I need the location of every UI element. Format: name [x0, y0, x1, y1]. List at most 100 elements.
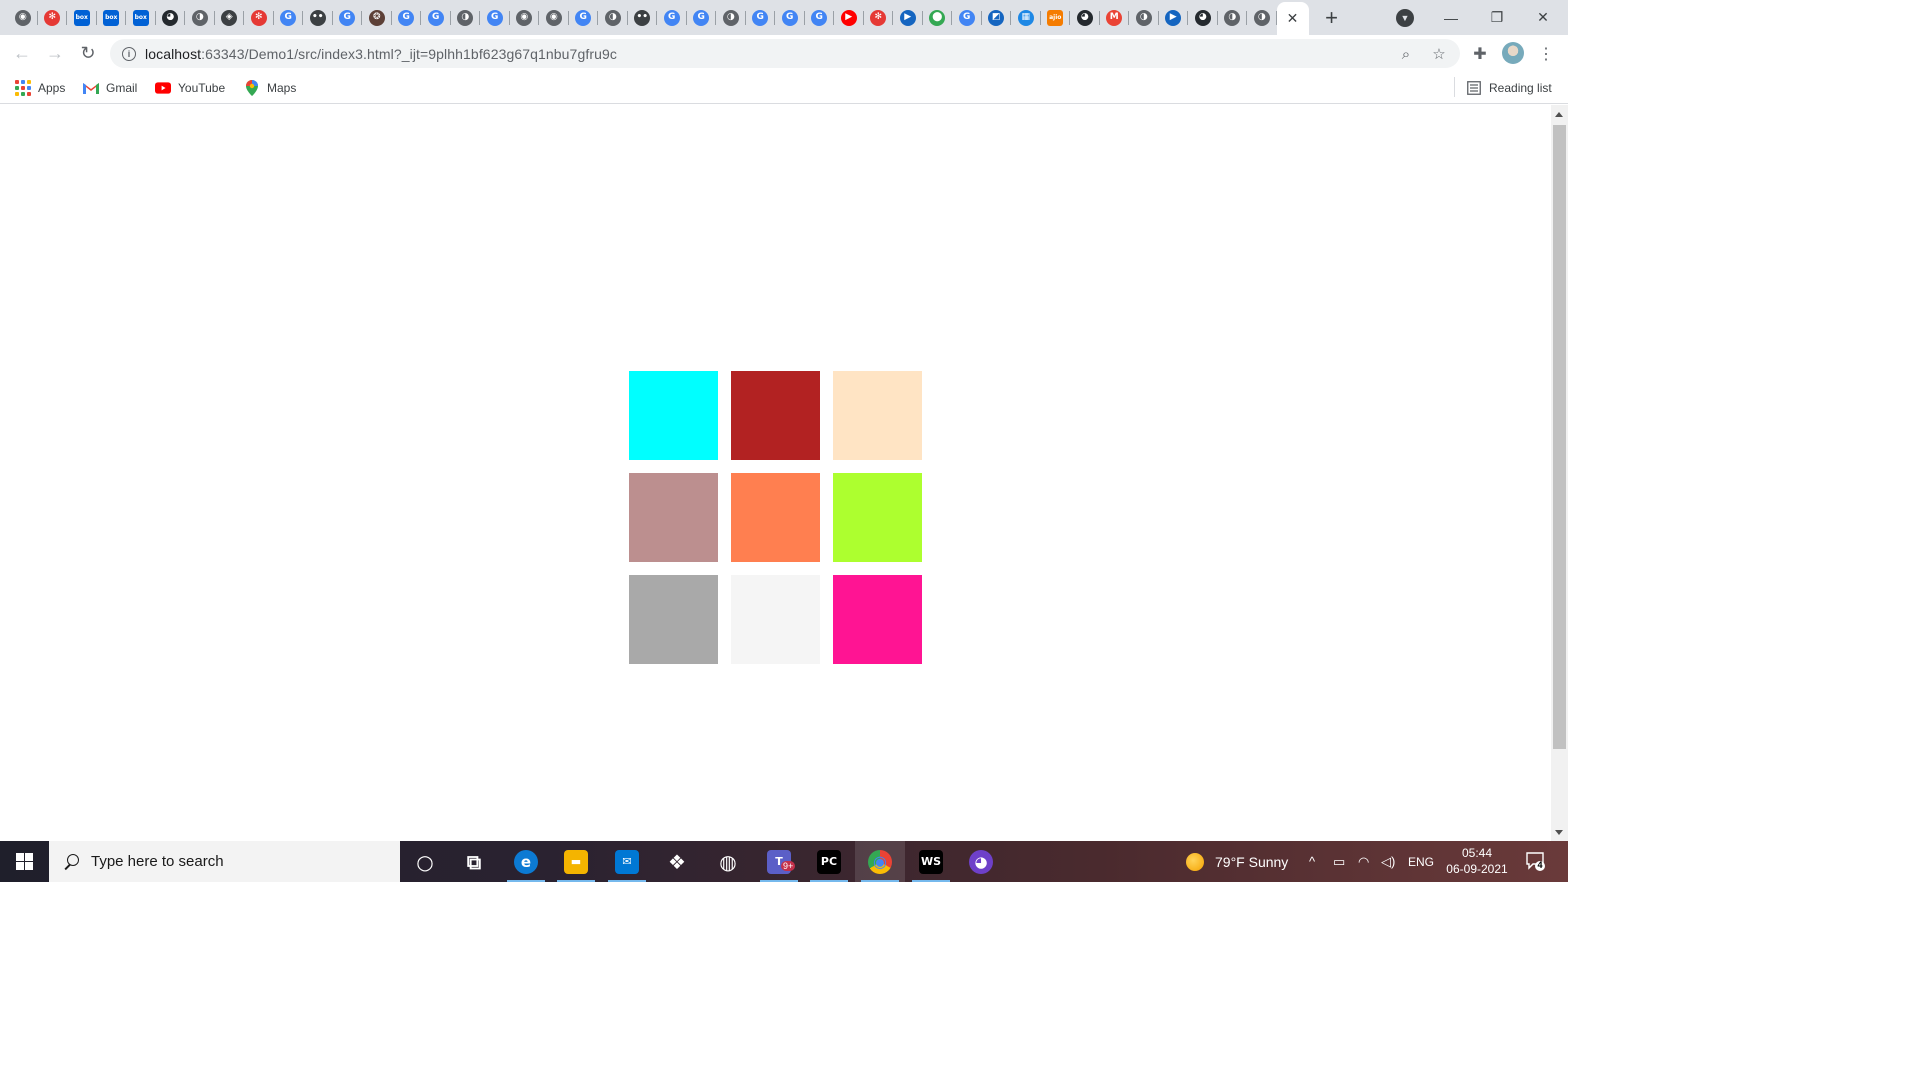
search-icon	[63, 853, 79, 870]
new-tab-button[interactable]: +	[1317, 2, 1347, 33]
taskbar-app-mail[interactable]: ✉	[602, 841, 652, 882]
browser-tab[interactable]: G	[805, 2, 835, 33]
browser-tab[interactable]: ◑	[1218, 2, 1248, 33]
scroll-thumb[interactable]	[1553, 125, 1566, 749]
browser-tab[interactable]: ▦	[1011, 2, 1041, 33]
browser-tab[interactable]: ◕	[1070, 2, 1100, 33]
browser-tab[interactable]: G	[333, 2, 363, 33]
site-info-icon[interactable]: i	[122, 46, 136, 61]
page-scrollbar[interactable]	[1551, 105, 1568, 841]
wifi-icon[interactable]: ◠	[1358, 841, 1369, 882]
reading-list-button[interactable]: Reading list	[1466, 79, 1552, 97]
close-window-button[interactable]: ✕	[1520, 0, 1566, 35]
scroll-down-arrow[interactable]	[1555, 830, 1563, 835]
browser-tab[interactable]: ◕	[1188, 2, 1218, 33]
show-hidden-icons-icon[interactable]: ^	[1309, 841, 1315, 882]
browser-tab[interactable]: box	[97, 2, 127, 33]
browser-tab[interactable]: box	[67, 2, 97, 33]
browser-tab[interactable]: G	[421, 2, 451, 33]
address-bar[interactable]: i localhost:63343/Demo1/src/index3.html?…	[110, 39, 1460, 68]
github-icon: ◕	[1076, 9, 1093, 26]
close-tab-icon[interactable]: ✕	[1287, 10, 1299, 27]
browser-tab[interactable]: ••	[628, 2, 658, 33]
browser-tab[interactable]: ◑	[1129, 2, 1159, 33]
browser-tab[interactable]: ⬤	[923, 2, 953, 33]
browser-tab[interactable]: ◉	[510, 2, 540, 33]
extensions-icon[interactable]: ✚	[1469, 43, 1491, 65]
tab-search-icon[interactable]: ▼	[1396, 9, 1414, 27]
browser-tab[interactable]: G	[775, 2, 805, 33]
system-clock[interactable]: 05:44 06-09-2021	[1440, 845, 1514, 877]
browser-tab[interactable]: ▶	[1159, 2, 1189, 33]
browser-tab[interactable]: G	[569, 2, 599, 33]
weather-text[interactable]: 79°F Sunny	[1215, 841, 1288, 882]
taskbar-search-box[interactable]: Type here to search	[49, 841, 400, 882]
restore-button[interactable]: ❐	[1474, 0, 1520, 35]
browser-tab[interactable]: G	[746, 2, 776, 33]
bookmark-maps[interactable]: Maps	[244, 79, 296, 97]
taskbar-app-pycharm[interactable]: PC	[804, 841, 854, 882]
active-tab[interactable]: ✕	[1276, 2, 1309, 35]
taskbar-app-teams[interactable]: T 9+	[754, 841, 804, 882]
url-text[interactable]: localhost:63343/Demo1/src/index3.html?_i…	[145, 46, 617, 62]
browser-tab[interactable]: ◑	[598, 2, 628, 33]
start-button[interactable]	[0, 841, 49, 882]
browser-tab[interactable]: M	[1100, 2, 1130, 33]
bookmark-label: YouTube	[178, 81, 226, 95]
browser-tab[interactable]: ◈	[215, 2, 245, 33]
browser-tab[interactable]: ••	[303, 2, 333, 33]
forward-button[interactable]: →	[41, 39, 69, 67]
back-button[interactable]: ←	[8, 39, 36, 67]
browser-tab[interactable]: ✻	[38, 2, 68, 33]
scroll-up-arrow[interactable]	[1555, 112, 1563, 117]
zoom-icon[interactable]: ⌕	[1397, 45, 1415, 63]
reload-button[interactable]: ↻	[74, 39, 102, 67]
browser-tab[interactable]: G	[687, 2, 717, 33]
browser-tab[interactable]: ◑	[185, 2, 215, 33]
bookmarks-divider	[1454, 77, 1455, 97]
browser-tab[interactable]: ◉	[8, 2, 38, 33]
browser-tab[interactable]: ❂	[362, 2, 392, 33]
battery-icon[interactable]: ▭	[1333, 841, 1345, 882]
bookmark-gmail[interactable]: Gmail	[83, 79, 137, 97]
browser-tab[interactable]: box	[126, 2, 156, 33]
browser-tab[interactable]: G	[657, 2, 687, 33]
language-indicator[interactable]: ENG	[1408, 841, 1434, 882]
globe-icon: ◑	[722, 9, 739, 26]
browser-tab[interactable]: ◉	[539, 2, 569, 33]
bookmark-star-icon[interactable]: ☆	[1430, 45, 1448, 63]
browser-tab[interactable]: ▶	[834, 2, 864, 33]
taskbar-app-edge[interactable]: e	[501, 841, 551, 882]
pycharm-icon: PC	[817, 849, 841, 874]
browser-tab[interactable]: ▶	[893, 2, 923, 33]
taskbar-app-webstorm[interactable]: WS	[906, 841, 956, 882]
edge-icon: e	[514, 849, 538, 874]
taskbar-app-task-view[interactable]: ⧉	[449, 841, 499, 882]
browser-tab[interactable]: ◑	[451, 2, 481, 33]
bookmark-apps[interactable]: Apps	[15, 79, 65, 97]
taskbar-app-github-desktop[interactable]: ◕	[956, 841, 1006, 882]
browser-tab[interactable]: G	[480, 2, 510, 33]
browser-tab[interactable]: ◑	[716, 2, 746, 33]
browser-tab[interactable]: G	[274, 2, 304, 33]
minimize-button[interactable]: —	[1428, 0, 1474, 35]
taskbar-app-dropbox[interactable]: ❖	[652, 841, 702, 882]
taskbar-app-file-explorer[interactable]: ▬	[551, 841, 601, 882]
menu-kebab-icon[interactable]: ⋮	[1535, 43, 1557, 65]
browser-tab[interactable]: G	[392, 2, 422, 33]
bookmark-youtube[interactable]: YouTube	[155, 79, 225, 97]
taskbar-app-chrome[interactable]: ◉	[855, 841, 905, 882]
volume-icon[interactable]: ◁)	[1381, 841, 1395, 882]
browser-tab[interactable]: ◩	[982, 2, 1012, 33]
notification-center-icon[interactable]: 4	[1525, 851, 1545, 871]
browser-tab[interactable]: ✻	[244, 2, 274, 33]
browser-tab[interactable]: G	[952, 2, 982, 33]
browser-tab[interactable]: ◕	[156, 2, 186, 33]
browser-tab[interactable]: ◑	[1247, 2, 1277, 33]
weather-sun-icon[interactable]	[1186, 853, 1204, 871]
taskbar-app-sync-app[interactable]: ◍	[703, 841, 753, 882]
profile-avatar[interactable]	[1502, 42, 1524, 64]
taskbar-app-cortana[interactable]: ○	[400, 841, 450, 882]
browser-tab[interactable]: ✻	[864, 2, 894, 33]
browser-tab[interactable]: ajio	[1041, 2, 1071, 33]
